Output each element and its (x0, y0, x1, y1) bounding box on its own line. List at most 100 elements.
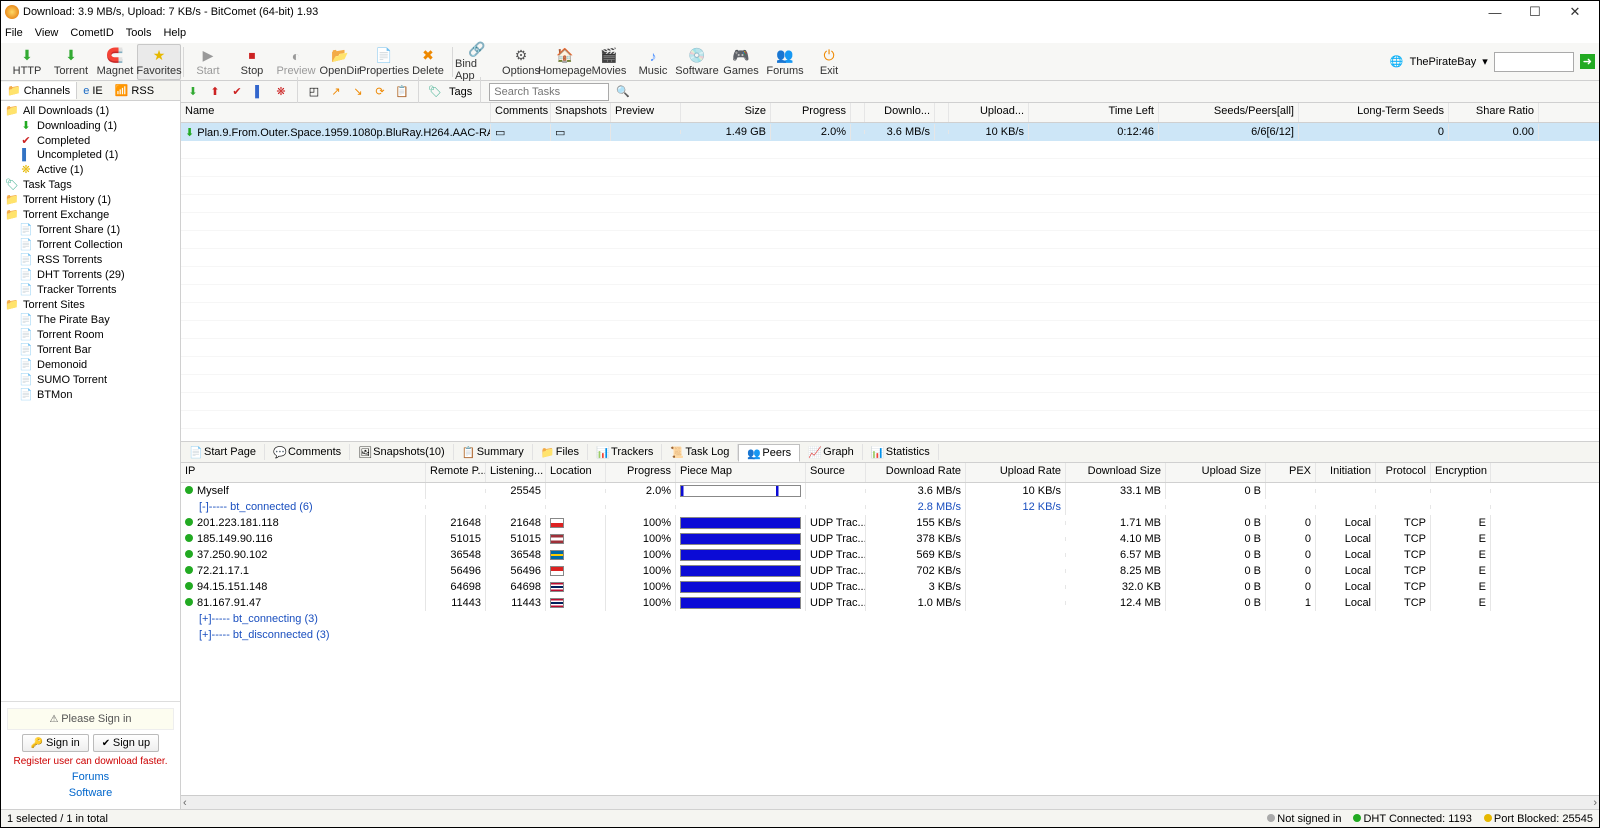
pcol-header[interactable]: Initiation (1316, 463, 1376, 482)
col-header[interactable]: Snapshots (551, 103, 611, 122)
tree-item[interactable]: 📄Torrent Bar (1, 342, 180, 357)
pcol-header[interactable]: Remote P... (426, 463, 486, 482)
tb-preview[interactable]: ◐Preview (274, 44, 318, 80)
dtab-tasklog[interactable]: 📜Task Log (662, 444, 738, 460)
mini-icon[interactable]: ⬆ (207, 84, 223, 100)
pcol-header[interactable]: Piece Map (676, 463, 806, 482)
sb-tab-rss[interactable]: 📶RSS (109, 82, 160, 99)
pcol-header[interactable]: Upload Rate (966, 463, 1066, 482)
pcol-header[interactable]: Listening... (486, 463, 546, 482)
pcol-header[interactable]: Protocol (1376, 463, 1431, 482)
mini-icon[interactable]: ↘ (350, 84, 366, 100)
tree-item[interactable]: 🏷Task Tags (1, 177, 180, 192)
col-header[interactable]: Upload... (949, 103, 1029, 122)
pcol-header[interactable]: PEX (1266, 463, 1316, 482)
menu-file[interactable]: File (5, 27, 23, 39)
peer-row[interactable]: 185.149.90.1165101551015100%UDP Trac...3… (181, 531, 1599, 547)
pcol-header[interactable]: Download Size (1066, 463, 1166, 482)
pcol-header[interactable]: Download Rate (866, 463, 966, 482)
tb-games[interactable]: 🎮Games (719, 44, 763, 80)
dtab-graph[interactable]: 📈Graph (800, 444, 863, 460)
tree-item[interactable]: 📄SUMO Torrent (1, 372, 180, 387)
pcol-header[interactable]: Location (546, 463, 606, 482)
peer-group[interactable]: [+]----- bt_connecting (3) (181, 611, 1599, 627)
col-header[interactable] (851, 103, 865, 122)
mini-icon[interactable]: ✔ (229, 84, 245, 100)
tree-item[interactable]: ⬇Downloading (1) (1, 118, 180, 133)
tb-stop[interactable]: ⏹Stop (230, 44, 274, 80)
tb-delete[interactable]: ✖Delete (406, 44, 450, 80)
tree-item[interactable]: ▌Uncompleted (1) (1, 148, 180, 162)
mini-icon[interactable]: ◰ (306, 84, 322, 100)
tree-item[interactable]: 📄RSS Torrents (1, 252, 180, 267)
minimize-button[interactable]: — (1475, 5, 1515, 20)
pcol-header[interactable]: Encryption (1431, 463, 1491, 482)
tb-music[interactable]: ♪Music (631, 44, 675, 80)
tree-item[interactable]: 📄Torrent Collection (1, 237, 180, 252)
tb-torrent[interactable]: ⬇Torrent (49, 44, 93, 80)
tb-forums[interactable]: 👥Forums (763, 44, 807, 80)
search-icon[interactable]: 🔍 (615, 85, 631, 98)
mini-icon[interactable]: ↗ (328, 84, 344, 100)
sb-tab-channels[interactable]: 📁Channels (1, 82, 77, 99)
peer-row[interactable]: 2.8 MB/s12 KB/s (181, 499, 1599, 515)
sb-tab-ie[interactable]: eIE (77, 83, 109, 99)
task-search-input[interactable] (489, 83, 609, 101)
tree-item[interactable]: 📁Torrent History (1) (1, 192, 180, 207)
col-header[interactable]: Progress (771, 103, 851, 122)
menu-help[interactable]: Help (163, 27, 186, 39)
col-header[interactable]: Share Ratio (1449, 103, 1539, 122)
dtab-files[interactable]: 📁Files (533, 444, 588, 460)
menu-tools[interactable]: Tools (126, 27, 152, 39)
pcol-header[interactable]: Source (806, 463, 866, 482)
signup-button[interactable]: ✔ Sign up (93, 734, 159, 752)
dtab-trackers[interactable]: 📊Trackers (588, 444, 662, 460)
tb-http[interactable]: ⬇HTTP (5, 44, 49, 80)
tb-favorites[interactable]: ★Favorites (137, 44, 181, 80)
dtab-startpage[interactable]: 📄Start Page (181, 444, 265, 460)
peer-row[interactable]: Myself255452.0%3.6 MB/s10 KB/s33.1 MB0 B (181, 483, 1599, 499)
tb-options[interactable]: ⚙Options (499, 44, 543, 80)
dtab-snapshots[interactable]: 🖼Snapshots(10) (350, 444, 454, 460)
tree-item[interactable]: 📄Torrent Room (1, 327, 180, 342)
dtab-comments[interactable]: 💬Comments (265, 444, 350, 460)
tb-homepage[interactable]: 🏠Homepage (543, 44, 587, 80)
col-header[interactable]: Long-Term Seeds (1299, 103, 1449, 122)
col-header[interactable]: Downlo... (865, 103, 935, 122)
dropdown-icon[interactable]: ▾ (1482, 55, 1488, 68)
col-header[interactable]: Size (681, 103, 771, 122)
tree-item[interactable]: 📁All Downloads (1) (1, 103, 180, 118)
col-header[interactable]: Preview (611, 103, 681, 122)
peer-group[interactable]: [+]----- bt_disconnected (3) (181, 627, 1599, 643)
tree-item[interactable]: ❋Active (1) (1, 162, 180, 177)
software-link[interactable]: Software (7, 787, 174, 799)
pcol-header[interactable]: Progress (606, 463, 676, 482)
web-search-input[interactable] (1494, 52, 1574, 72)
peer-row[interactable]: 72.21.17.15649656496100%UDP Trac...702 K… (181, 563, 1599, 579)
task-row[interactable]: ⬇ Plan.9.From.Outer.Space.1959.1080p.Blu… (181, 123, 1599, 141)
tb-opendir[interactable]: 📂OpenDir (318, 44, 362, 80)
peer-row[interactable]: 37.250.90.1023654836548100%UDP Trac...56… (181, 547, 1599, 563)
col-header[interactable]: Name (181, 103, 491, 122)
tb-magnet[interactable]: 🧲Magnet (93, 44, 137, 80)
tree-item[interactable]: 📁Torrent Sites (1, 297, 180, 312)
col-header[interactable]: Comments (491, 103, 551, 122)
horizontal-scrollbar[interactable]: ‹› (181, 795, 1599, 809)
pcol-header[interactable]: Upload Size (1166, 463, 1266, 482)
tags-icon[interactable]: 🏷 (427, 84, 443, 100)
tb-bind app[interactable]: 🔗Bind App (455, 44, 499, 80)
col-header[interactable]: Seeds/Peers[all] (1159, 103, 1299, 122)
close-button[interactable]: ✕ (1555, 4, 1595, 20)
maximize-button[interactable]: ☐ (1515, 4, 1555, 20)
dtab-summary[interactable]: 📋Summary (454, 444, 533, 460)
mini-icon[interactable]: ⬇ (185, 84, 201, 100)
col-header[interactable] (935, 103, 949, 122)
dtab-statistics[interactable]: 📊Statistics (863, 444, 939, 460)
tree-item[interactable]: 📄Torrent Share (1) (1, 222, 180, 237)
tb-exit[interactable]: ⏻Exit (807, 44, 851, 80)
peer-row[interactable]: 94.15.151.1486469864698100%UDP Trac...3 … (181, 579, 1599, 595)
mini-icon[interactable]: ❋ (273, 84, 289, 100)
tb-start[interactable]: ▶Start (186, 44, 230, 80)
signin-button[interactable]: 🔑 Sign in (22, 734, 89, 752)
tb-software[interactable]: 💿Software (675, 44, 719, 80)
